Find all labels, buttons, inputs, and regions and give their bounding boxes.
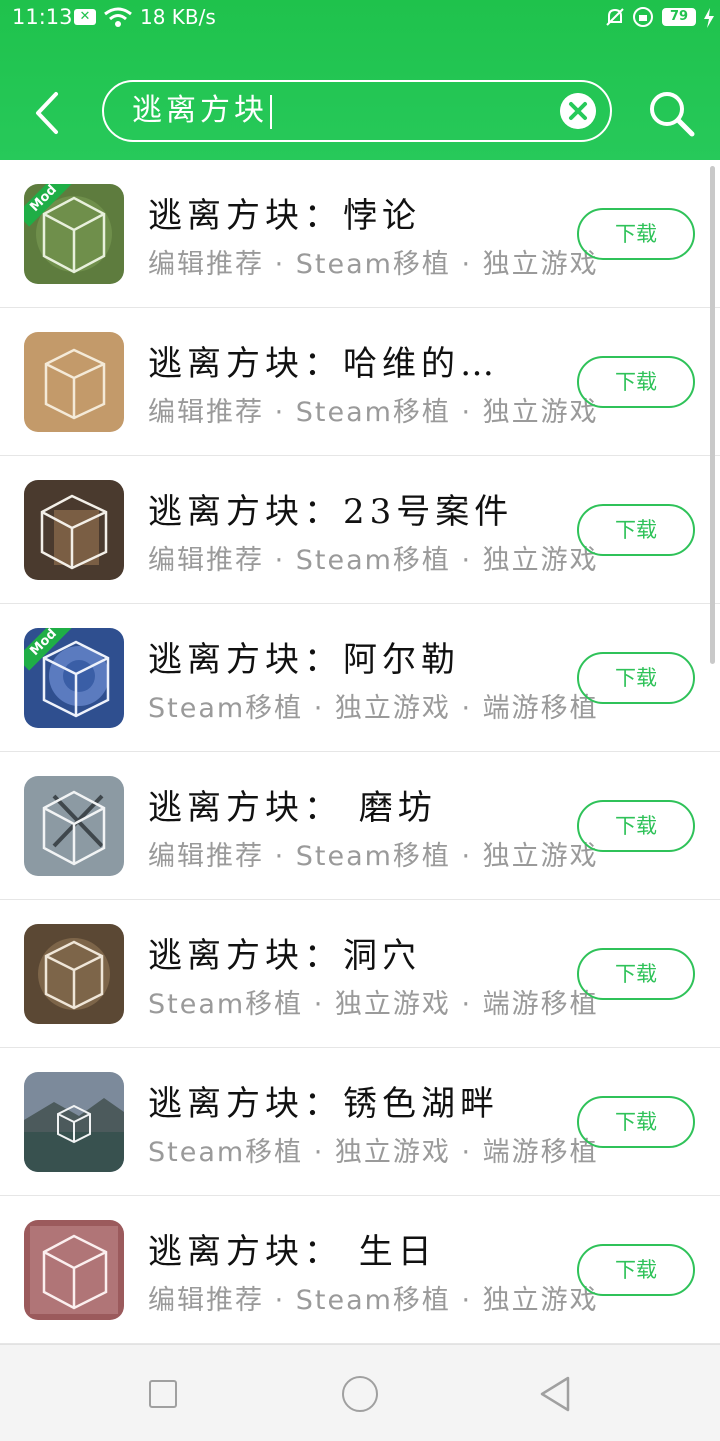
system-nav-bar [0,1344,720,1441]
app-icon[interactable]: Mod [24,628,124,728]
status-time: 11:13 [12,5,73,29]
download-button[interactable]: 下载 [577,208,695,260]
app-title[interactable]: 逃离方块：阿尔勒 [148,632,460,681]
app-tags: Steam移植 · 独立游戏 · 端游移植 [148,989,599,1020]
list-item[interactable]: 逃离方块：23号案件 编辑推荐 · Steam移植 · 独立游戏 下载 [0,456,720,604]
search-input[interactable]: 逃离方块 [132,82,272,140]
download-button[interactable]: 下载 [577,356,695,408]
cube-icon [24,776,124,876]
list-item[interactable]: Mod 逃离方块：阿尔勒 Steam移植 · 独立游戏 · 端游移植 下载 [0,604,720,752]
cube-icon [24,332,124,432]
home-circle-icon[interactable] [342,1376,378,1412]
app-tags: 编辑推荐 · Steam移植 · 独立游戏 [148,249,599,280]
text-caret [270,94,272,129]
app-icon[interactable] [24,924,124,1024]
bell-off-icon [606,8,624,26]
search-icon[interactable] [646,88,696,138]
back-triangle-icon[interactable] [538,1375,572,1413]
search-results-list[interactable]: Mod 逃离方块：悖论 编辑推荐 · Steam移植 · 独立游戏 下载 逃离方… [0,160,720,1344]
cube-icon [24,924,124,1024]
app-icon[interactable] [24,776,124,876]
app-header: 11:13 ✕ 18 KB/s 79 逃离方块 [0,0,720,160]
battery-icon: 79 [662,8,696,26]
app-title[interactable]: 逃离方块：洞穴 [148,928,421,977]
wifi-icon [104,7,132,27]
status-bar: 11:13 ✕ 18 KB/s 79 [0,0,720,36]
app-tags: Steam移植 · 独立游戏 · 端游移植 [148,1137,599,1168]
download-button[interactable]: 下载 [577,504,695,556]
list-item[interactable]: 逃离方块：锈色湖畔 Steam移植 · 独立游戏 · 端游移植 下载 [0,1048,720,1196]
list-item[interactable]: 逃离方块： 生日 编辑推荐 · Steam移植 · 独立游戏 下载 [0,1196,720,1344]
cube-icon [24,1220,124,1320]
app-icon[interactable] [24,1072,124,1172]
app-tags: 编辑推荐 · Steam移植 · 独立游戏 [148,397,599,428]
app-tags: 编辑推荐 · Steam移植 · 独立游戏 [148,1285,599,1316]
app-title[interactable]: 逃离方块：锈色湖畔 [148,1076,499,1125]
download-button[interactable]: 下载 [577,1244,695,1296]
recents-square-icon[interactable] [149,1380,177,1408]
app-title[interactable]: 逃离方块： 磨坊 [148,780,437,829]
charging-icon [704,8,714,28]
cube-icon [24,1072,124,1172]
search-query: 逃离方块 [132,93,268,128]
app-tags: 编辑推荐 · Steam移植 · 独立游戏 [148,841,599,872]
x-icon: ✕ [74,9,96,25]
list-item[interactable]: 逃离方块：洞穴 Steam移植 · 独立游戏 · 端游移植 下载 [0,900,720,1048]
search-box[interactable]: 逃离方块 [102,80,612,142]
list-item[interactable]: 逃离方块： 磨坊 编辑推荐 · Steam移植 · 独立游戏 下载 [0,752,720,900]
app-title[interactable]: 逃离方块：悖论 [148,188,421,237]
app-icon[interactable] [24,332,124,432]
app-tags: Steam移植 · 独立游戏 · 端游移植 [148,693,599,724]
list-item[interactable]: 逃离方块：哈维的… 编辑推荐 · Steam移植 · 独立游戏 下载 [0,308,720,456]
clear-icon[interactable] [560,93,596,129]
app-title[interactable]: 逃离方块：哈维的… [148,336,499,385]
scrollbar[interactable] [710,166,715,664]
app-title[interactable]: 逃离方块：23号案件 [148,484,513,533]
app-title[interactable]: 逃离方块： 生日 [148,1224,437,1273]
network-speed: 18 KB/s [140,5,216,29]
download-button[interactable]: 下载 [577,948,695,1000]
app-icon[interactable]: Mod [24,184,124,284]
app-icon[interactable] [24,1220,124,1320]
app-tags: 编辑推荐 · Steam移植 · 独立游戏 [148,545,599,576]
back-button[interactable] [28,90,68,136]
app-icon[interactable] [24,480,124,580]
cube-icon [24,480,124,580]
download-button[interactable]: 下载 [577,652,695,704]
battery-level: 79 [669,9,689,24]
download-button[interactable]: 下载 [577,1096,695,1148]
list-item[interactable]: Mod 逃离方块：悖论 编辑推荐 · Steam移植 · 独立游戏 下载 [0,160,720,308]
download-button[interactable]: 下载 [577,800,695,852]
lock-rotation-icon [633,7,653,27]
